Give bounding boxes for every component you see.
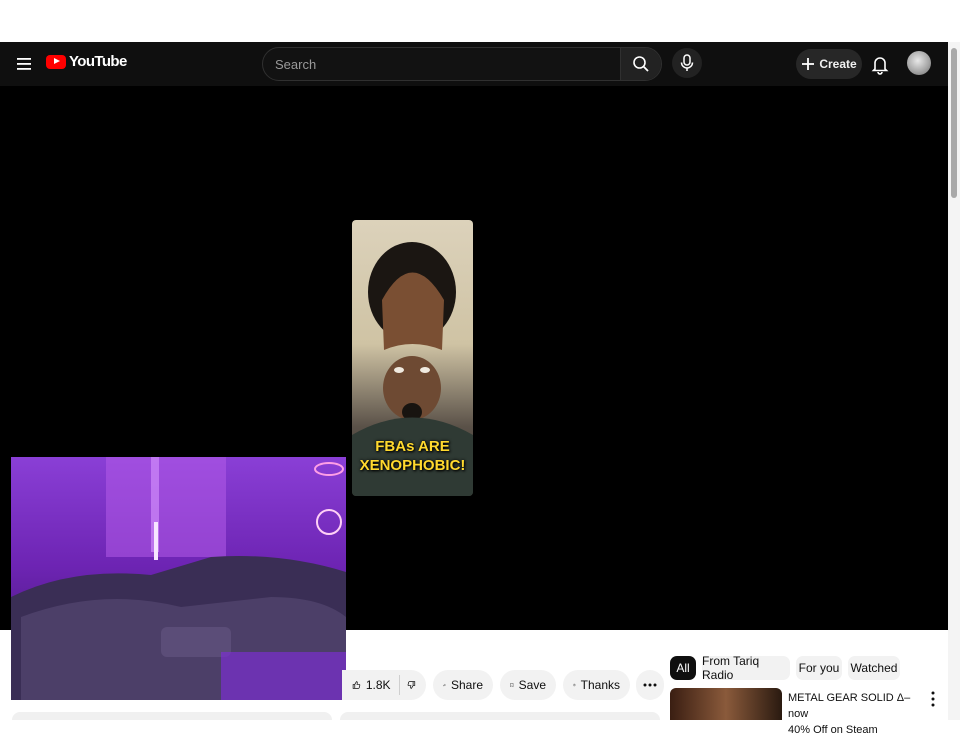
account-avatar[interactable]: [907, 51, 931, 75]
chip-for-you[interactable]: For you: [796, 656, 842, 680]
chip-watched[interactable]: Watched: [848, 656, 900, 680]
microphone-icon: [680, 54, 694, 71]
like-icon[interactable]: [352, 677, 361, 693]
create-label: Create: [819, 57, 857, 71]
planet-neon-icon: [314, 462, 344, 476]
save-label: Save: [518, 678, 546, 692]
logo-text: YouTube: [69, 53, 127, 70]
like-count: 1.8K: [365, 678, 391, 692]
webcam-overlay: [11, 457, 346, 700]
notifications-bell-icon[interactable]: [869, 53, 891, 75]
content-placeholder-right: [340, 712, 660, 720]
hamburger-menu-icon[interactable]: [14, 54, 34, 74]
thanks-icon: $: [573, 683, 576, 687]
more-horizontal-icon: [643, 683, 657, 687]
scrollbar-thumb[interactable]: [951, 48, 957, 198]
search-input[interactable]: [263, 48, 619, 80]
recommendation-title-line2: 40% Off on Steam: [788, 724, 878, 736]
bookmark-icon: [510, 683, 514, 688]
content-placeholder-left: [12, 712, 332, 720]
masthead: YouTube Create: [0, 42, 948, 86]
youtube-logo[interactable]: YouTube: [46, 53, 127, 70]
video-frame: FBAs ARE XENOPHOBIC!: [352, 220, 473, 496]
alien-neon-icon: [316, 509, 342, 535]
page-scrollbar[interactable]: [948, 42, 960, 720]
recommendation-title[interactable]: METAL GEAR SOLID Δ– now 40% Off on Steam: [788, 690, 918, 738]
browser-top-area: [0, 0, 960, 42]
thanks-label: Thanks: [580, 678, 620, 692]
like-divider: [398, 675, 400, 695]
create-button[interactable]: Create: [796, 49, 862, 79]
search-button[interactable]: [620, 48, 661, 80]
share-icon: [443, 683, 446, 687]
dislike-icon[interactable]: [407, 677, 416, 693]
recommendation-title-line1: METAL GEAR SOLID Δ– now: [788, 692, 911, 720]
save-button[interactable]: Save: [500, 670, 556, 700]
search-box: [262, 47, 662, 81]
voice-search-button[interactable]: [672, 48, 702, 78]
overlay-text-line1: FBAs ARE: [375, 438, 450, 455]
more-actions-button[interactable]: [636, 670, 664, 700]
thanks-button[interactable]: $ Thanks: [563, 670, 630, 700]
chip-from-channel[interactable]: From Tariq Radio: [702, 654, 790, 682]
overlay-text-line2: XENOPHOBIC!: [359, 457, 466, 474]
search-icon: [633, 56, 649, 72]
recommendation-thumbnail[interactable]: [670, 688, 782, 720]
plus-icon: [802, 58, 815, 70]
share-label: Share: [450, 678, 483, 692]
svg-text:$: $: [574, 685, 575, 687]
recommendation-menu-icon[interactable]: [926, 690, 940, 708]
room-image: [11, 457, 346, 700]
chip-all[interactable]: All: [670, 656, 696, 680]
like-dislike-group: 1.8K: [342, 670, 426, 700]
share-button[interactable]: Share: [433, 670, 493, 700]
youtube-play-icon: [46, 54, 66, 69]
